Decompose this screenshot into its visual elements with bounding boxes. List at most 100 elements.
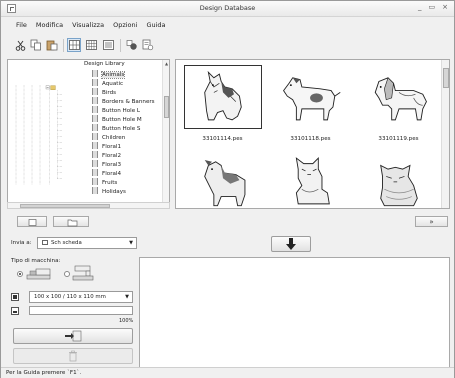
machine-type-radio-1[interactable] — [17, 271, 23, 277]
tree-item-label: Button Hole S — [102, 126, 141, 132]
trash-icon — [69, 350, 77, 362]
grid-vertical-scrollbar[interactable] — [441, 60, 449, 208]
design-thumbnail[interactable]: 33101114.pes — [180, 62, 265, 144]
scroll-thumb[interactable] — [443, 68, 449, 88]
tree-item-label: Floral2 — [102, 153, 122, 159]
minimize-button[interactable]: _ — [418, 3, 422, 11]
card-capacity-fill — [30, 307, 132, 314]
design-thumbnail[interactable]: 33101118.pes — [268, 62, 353, 144]
book-icon — [92, 178, 98, 185]
design-thumbnail[interactable] — [268, 146, 353, 208]
maximize-button[interactable]: ▭ — [429, 3, 436, 11]
send-button[interactable] — [271, 236, 311, 252]
tree-item[interactable]: Children — [92, 133, 125, 142]
window-title: Design Database — [199, 4, 256, 12]
large-thumbnails-icon[interactable] — [67, 38, 81, 52]
terrier-image — [184, 149, 262, 208]
tree-item[interactable]: Birds — [92, 88, 116, 97]
book-icon — [92, 70, 98, 77]
thumbnail-grid[interactable]: 33101114.pes 33101118.pes 33101119.pes — [175, 59, 450, 209]
toolbar — [1, 35, 454, 55]
tree-item-label: Children — [102, 135, 126, 141]
details-view-icon[interactable] — [101, 38, 115, 52]
book-icon — [92, 142, 98, 149]
hoop-icon — [11, 293, 19, 301]
menu-visualizza[interactable]: Visualizza — [72, 21, 104, 29]
scroll-thumb[interactable] — [164, 96, 169, 118]
menu-file[interactable]: File — [16, 21, 27, 29]
send-to-value: Sch scheda — [51, 240, 82, 246]
menu-opzioni[interactable]: Opzioni — [113, 21, 137, 29]
tree-item-label: Floral1 — [102, 144, 122, 150]
book-icon — [92, 124, 98, 131]
tree-item[interactable]: Holidays — [92, 187, 126, 196]
tree-vertical-scrollbar[interactable]: ▲ ▼ — [162, 60, 169, 208]
delete-button[interactable] — [13, 348, 133, 364]
scroll-up-icon[interactable]: ▲ — [164, 61, 169, 66]
panel-splitter: » — [7, 215, 450, 229]
tree-item-label: Animals — [100, 71, 126, 79]
cut-icon[interactable] — [13, 38, 27, 52]
write-to-card-button[interactable] — [13, 328, 133, 344]
tab-card-view[interactable] — [17, 216, 47, 227]
persian-cat-image — [360, 149, 438, 208]
tree-item-label: Button Hole L — [102, 108, 141, 114]
tree-item[interactable]: Aquatic — [92, 79, 123, 88]
husky-puppy-image — [184, 65, 262, 129]
write-to-card-icon — [65, 330, 82, 342]
design-thumbnail[interactable] — [180, 146, 265, 208]
tree-item[interactable]: Floral4 — [92, 169, 121, 178]
chevron-down-icon: ▼ — [129, 240, 133, 246]
transfer-panel: Invia a: Sch scheda ▼ Tipo di macchina: 1… — [7, 232, 450, 368]
menu-bar: File Modifica Visualizza Opzioni Guida — [1, 18, 454, 32]
send-to-dropdown[interactable]: Sch scheda ▼ — [37, 237, 137, 249]
properties-icon[interactable] — [141, 38, 155, 52]
capacity-percent: 100% — [119, 318, 134, 324]
machine-type-label: Tipo di macchina: — [11, 258, 61, 264]
embroidery-machine-icon — [26, 267, 52, 282]
title-bar[interactable]: Design Database _ ▭ × — [1, 1, 454, 17]
hoop-size-dropdown[interactable]: 100 x 100 / 110 x 110 mm ▼ — [29, 291, 133, 303]
tree-item-label: Birds — [102, 90, 117, 96]
tree-item-label: Fruits — [102, 180, 118, 186]
tree-item[interactable]: Button Hole M — [92, 115, 142, 124]
sewing-machine-icon — [72, 265, 94, 283]
book-icon — [92, 97, 98, 104]
design-thumbnail[interactable] — [356, 146, 441, 208]
tree-item-label: Aquatic — [102, 81, 124, 87]
tree-item[interactable]: Borders & Banners — [92, 97, 155, 106]
scroll-thumb[interactable] — [20, 204, 110, 208]
tree-item[interactable]: Button Hole S — [92, 124, 140, 133]
tree-root[interactable]: Design Library — [84, 60, 125, 69]
toolbar-separator — [120, 39, 121, 52]
copy-icon[interactable] — [29, 38, 43, 52]
medium-thumbnails-icon[interactable] — [84, 38, 98, 52]
collapse-chevron-button[interactable]: » — [415, 216, 448, 227]
design-filename: 33101114.pes — [202, 136, 243, 142]
transfer-list-box[interactable] — [139, 257, 450, 368]
tree-item[interactable]: Fruits — [92, 178, 117, 187]
machine-type-radio-2[interactable] — [64, 271, 70, 277]
menu-modifica[interactable]: Modifica — [36, 21, 63, 29]
paste-icon[interactable] — [45, 38, 59, 52]
book-icon — [92, 151, 98, 158]
hoop-size-value: 100 x 100 / 110 x 110 mm — [34, 294, 106, 300]
status-bar: Per la Guida premere `F1`. — [1, 367, 454, 378]
book-icon — [92, 115, 98, 122]
menu-guida[interactable]: Guida — [146, 21, 165, 29]
tree-item[interactable]: Animals — [92, 70, 126, 79]
design-thumbnail[interactable]: 33101119.pes — [356, 62, 441, 144]
spotted-dog-image — [272, 65, 350, 129]
folder-tree[interactable]: Design Library Animals Aquatic Birds Border… — [7, 59, 170, 209]
tree-item[interactable]: Button Hole L — [92, 106, 140, 115]
tree-item[interactable]: Floral3 — [92, 160, 121, 169]
tree-item[interactable]: Floral1 — [92, 142, 121, 151]
tree-item[interactable]: Floral2 — [92, 151, 121, 160]
book-icon — [92, 106, 98, 113]
tree-horizontal-scrollbar[interactable] — [7, 202, 170, 209]
record-icon[interactable] — [125, 38, 139, 52]
close-button[interactable]: × — [442, 3, 448, 11]
tab-folder-view[interactable] — [53, 216, 89, 227]
card-capacity-icon — [11, 307, 19, 315]
card-capacity-bar — [29, 306, 133, 315]
